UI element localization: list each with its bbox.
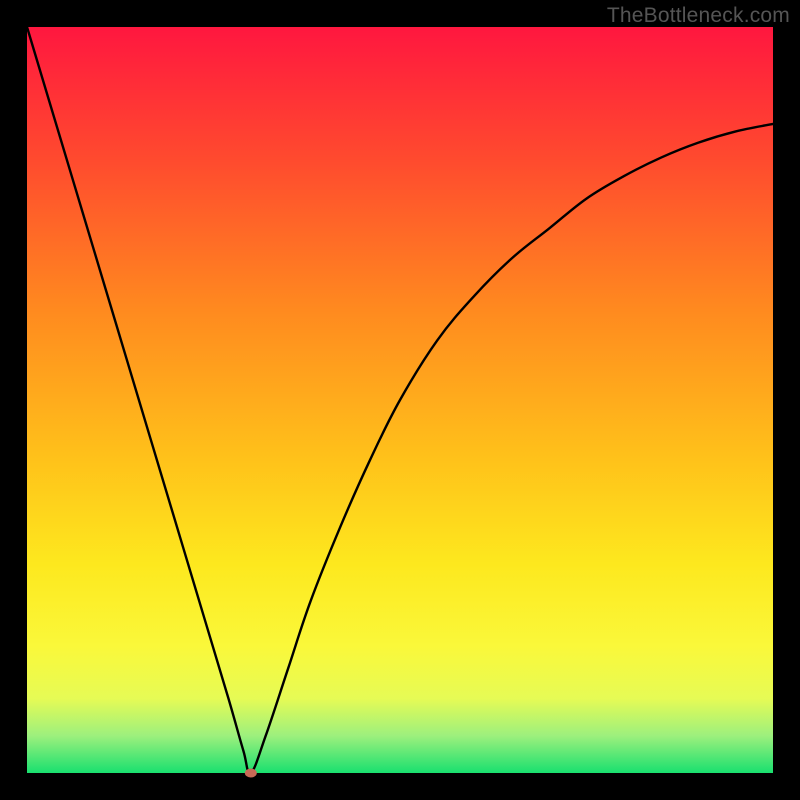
chart-svg — [27, 27, 773, 773]
minimum-marker — [245, 769, 257, 778]
bottleneck-curve — [27, 27, 773, 773]
chart-plot-area — [27, 27, 773, 773]
watermark-text: TheBottleneck.com — [607, 4, 790, 28]
chart-frame: TheBottleneck.com — [0, 0, 800, 800]
